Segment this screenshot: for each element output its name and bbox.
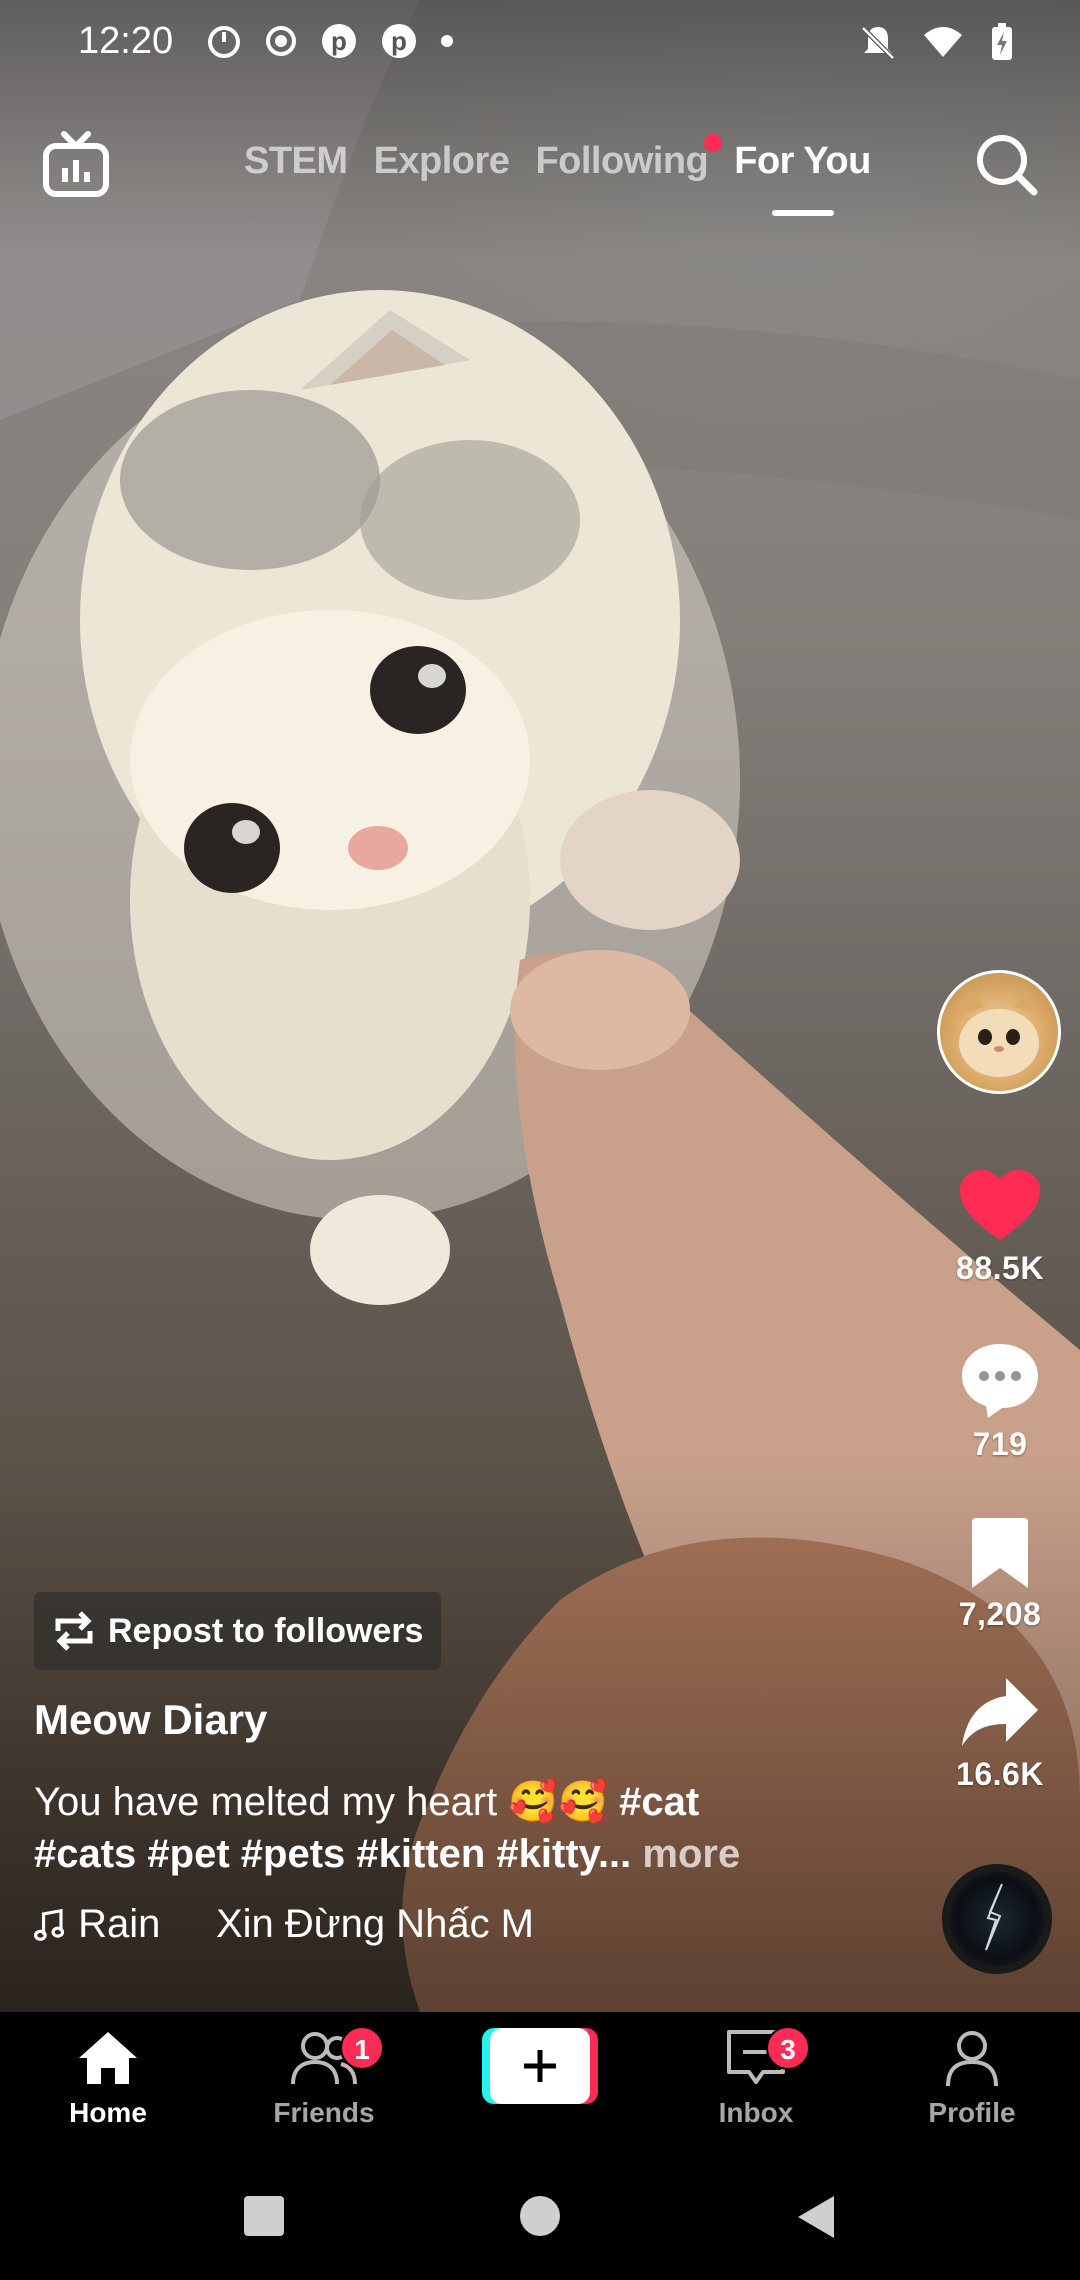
comment-icon[interactable] [958,1340,1042,1420]
mute-icon [861,26,895,60]
home-icon [79,2032,137,2084]
repost-icon [55,1611,93,1651]
lightning-icon [985,1883,1003,1951]
nav-friends[interactable]: 1 Friends [224,2026,424,2129]
comment-count: 719 [972,1426,1028,1462]
feed-tabs: STEM Explore Following For You [244,134,871,216]
hashtags[interactable]: #cats #pet #pets #kitten #kitty... [34,1832,631,1876]
svg-text:p: p [391,26,407,56]
recents-icon[interactable] [242,2194,286,2238]
author-name[interactable]: Meow Diary [34,1696,267,1744]
profile-icon [946,2031,998,2087]
status-bar: 12:20 p p [0,0,1080,86]
status-time: 12:20 [78,20,174,62]
dot-icon [441,35,453,47]
home-system-icon[interactable] [518,2194,562,2238]
live-tv-icon[interactable] [40,130,112,202]
caption-text: You have melted my heart 🥰🥰 [34,1780,620,1824]
save-count: 7,208 [958,1596,1042,1632]
search-icon[interactable] [972,130,1042,200]
pinterest-icon: p [382,24,416,58]
battery-charging-icon [992,23,1012,60]
top-nav: STEM Explore Following For You [0,120,1080,230]
record-icon [266,26,296,56]
bookmark-icon[interactable] [968,1516,1032,1590]
share-action[interactable]: 16.6K [920,1674,1080,1793]
music-info[interactable]: Rain Xin Đừng Nhấc M [34,1902,534,1947]
share-arrow-icon[interactable] [960,1674,1040,1750]
system-nav-bar [0,2162,1080,2280]
nav-profile[interactable]: Profile [872,2028,1072,2129]
back-icon[interactable] [796,2194,836,2240]
pinterest-icon: p [322,24,356,58]
video-caption[interactable]: You have melted my heart 🥰🥰 #cat #cats #… [34,1776,834,1880]
comment-action[interactable]: 719 [920,1340,1080,1463]
music-note-icon [34,1908,65,1941]
music-title: Rain Xin Đừng Nhấc M [78,1902,534,1946]
tab-following[interactable]: Following [535,134,723,183]
active-tab-indicator [771,210,834,216]
like-count: 88.5K [956,1250,1044,1286]
friends-badge: 1 [340,2026,384,2070]
creator-avatar[interactable] [937,970,1061,1094]
repost-button[interactable]: Repost to followers [34,1592,442,1670]
nav-inbox[interactable]: 3 Inbox [656,2026,856,2129]
nav-home[interactable]: Home [8,2028,208,2129]
save-action[interactable]: 7,208 [920,1516,1080,1633]
music-disc[interactable] [942,1864,1052,1974]
hashtag[interactable]: #cat [619,1780,699,1824]
tab-explore[interactable]: Explore [374,140,510,183]
create-button[interactable] [482,2028,598,2104]
heart-icon[interactable] [958,1168,1042,1244]
tab-stem[interactable]: STEM [244,140,348,183]
inbox-badge: 3 [766,2026,810,2070]
plus-icon [524,2050,556,2082]
avatar-image [959,989,1039,1077]
more-link[interactable]: more [642,1832,740,1876]
new-content-dot [704,134,723,152]
wifi-icon [924,27,962,57]
repost-label: Repost to followers [108,1611,424,1650]
svg-text:p: p [331,26,347,56]
like-action[interactable]: 88.5K [920,1168,1080,1287]
tab-for-you[interactable]: For You [734,140,871,216]
share-count: 16.6K [956,1756,1044,1792]
bottom-nav: Home 1 Friends 3 Inbox Profile [0,2012,1080,2162]
timer-icon [208,26,240,58]
